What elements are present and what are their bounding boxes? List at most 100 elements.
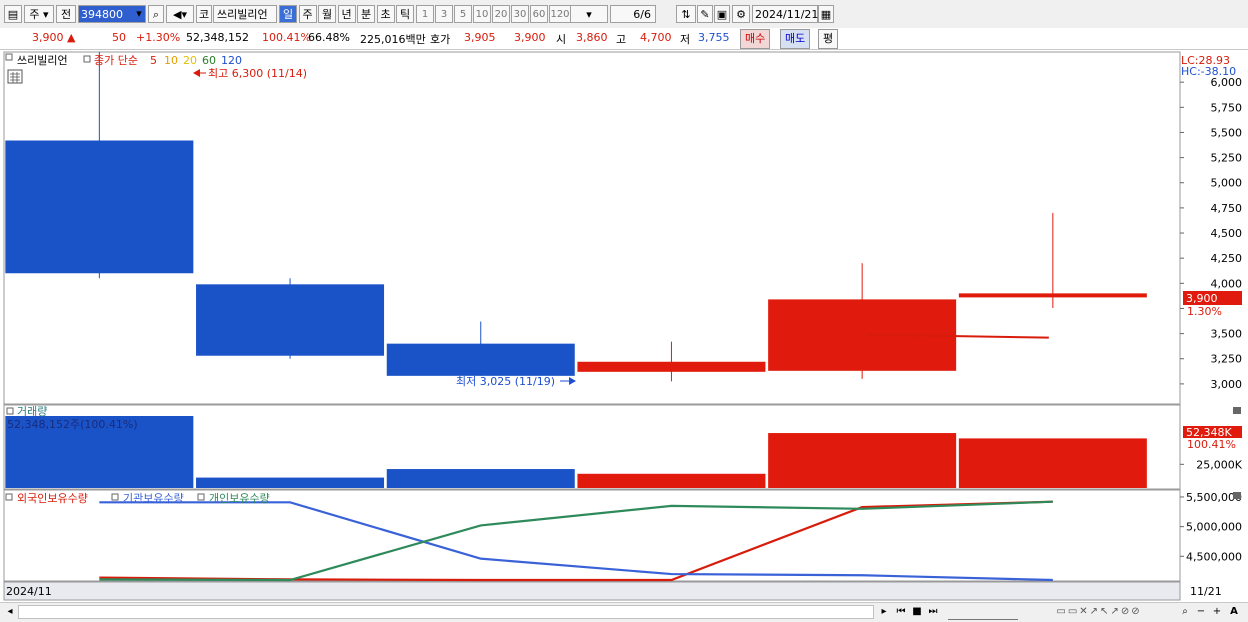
interval-button-6[interactable]: 60 (530, 5, 548, 23)
zoom-out-icon[interactable]: − (1194, 605, 1208, 619)
trade-amount: 225,016백만 (360, 33, 426, 46)
market-label: 코 (196, 5, 212, 23)
prev-button[interactable]: 전 (56, 5, 76, 23)
buy-button[interactable]: 매수 (740, 29, 771, 49)
price-tick-label: 4,250 (1211, 252, 1243, 265)
volume-bar (196, 477, 385, 488)
high-label: 고 (616, 33, 627, 46)
ma-legend-5: 5 (150, 54, 157, 67)
ma-legend-20: 20 (183, 54, 197, 67)
date-input[interactable]: 2024/11/21 (752, 5, 818, 23)
holdings-legend-2: 개인보유수량 (209, 492, 270, 505)
volume-title: 거래량 (17, 405, 47, 418)
holdings-legend-0: 외국인보유수량 (17, 492, 88, 505)
volume-bar (386, 469, 575, 488)
draw-icon[interactable]: ✎ (697, 5, 713, 23)
toolbar: ▤ 주 ▾ 전 394800 ▾ ⌕ ◀▾ 코 쓰리빌리언 일주월년분초틱 13… (0, 0, 1248, 29)
period-button-0[interactable]: 일 (279, 5, 297, 23)
period-button-5[interactable]: 초 (376, 5, 395, 23)
period-button-3[interactable]: 년 (337, 5, 356, 23)
current-price: 3,900 ▲ (32, 31, 76, 44)
interval-button-5[interactable]: 30 (511, 5, 529, 23)
low-note: 최저 3,025 (11/19) (456, 375, 555, 388)
ask-price: 3,905 (464, 31, 496, 44)
stock-name: 쓰리빌리언 (213, 5, 277, 23)
holdings-tick-label: 4,500,000 (1186, 550, 1242, 563)
legend-stock-name: 쓰리빌리언 (17, 54, 68, 67)
font-size-icon[interactable]: A (1226, 605, 1242, 619)
price-tick-label: 4,750 (1211, 202, 1243, 215)
interval-button-1[interactable]: 3 (435, 5, 453, 23)
holdings-close-icon[interactable] (1233, 492, 1241, 499)
open-label: 시 (556, 33, 567, 46)
high-annotation: 최고 6,300 (11/14) (193, 67, 307, 80)
chart-area[interactable]: 3,000 3,250 3,500 4,000 4,250 4,500 4,750 5,000… (0, 50, 1248, 602)
ma-legend-120: 120 (221, 54, 242, 67)
price-tick-label: 4,500 (1211, 227, 1243, 240)
volume-bar (958, 438, 1147, 488)
first-page-icon[interactable]: ⏮ (894, 605, 908, 619)
bid-price: 3,900 (514, 31, 546, 44)
price-tick-label: 5,750 (1211, 101, 1243, 114)
volume-bar (577, 473, 766, 488)
horizontal-scrollbar[interactable] (18, 605, 874, 619)
stop-icon[interactable]: ■ (910, 605, 924, 619)
high-price: 4,700 (640, 31, 672, 44)
date-axis-strip (3, 581, 1181, 601)
ma-legend-60: 60 (202, 54, 216, 67)
interval-button-0[interactable]: 1 (416, 5, 434, 23)
low-price: 3,755 (698, 31, 730, 44)
price-tick-label: 5,500 (1211, 126, 1243, 139)
interval-button-2[interactable]: 5 (454, 5, 472, 23)
holdings-legend-1: 기관보유수량 (123, 492, 184, 505)
period-button-2[interactable]: 월 (318, 5, 336, 23)
scroll-left-icon[interactable]: ◂ (4, 605, 16, 619)
price-tick-label: 4,000 (1211, 277, 1243, 290)
volume-close-icon[interactable] (1233, 407, 1241, 414)
candle-body (386, 343, 575, 376)
avg-button[interactable]: 평 (818, 29, 839, 49)
table-icon[interactable] (7, 69, 23, 84)
gear-icon[interactable]: ⚙ (732, 5, 750, 23)
price-change-pct: +1.30% (136, 31, 181, 44)
count-display: 6/6 (610, 5, 656, 23)
zoom-icon[interactable]: ⌕ (1178, 605, 1192, 619)
chart-svg[interactable]: 3,000 3,250 3,500 4,000 4,250 4,500 4,750 5,000… (0, 50, 1248, 602)
save-icon[interactable]: ▣ (714, 5, 730, 23)
last-page-icon[interactable]: ⏭ (926, 605, 940, 619)
period-dropdown[interactable]: ▾ (570, 5, 608, 23)
interval-button-7[interactable]: 120 (549, 5, 571, 23)
scroll-right-icon[interactable]: ▸ (878, 605, 890, 619)
price-tag-pct: 1.30% (1187, 305, 1222, 318)
price-tick-label: 3,250 (1211, 353, 1243, 366)
code-dropdown-icon[interactable]: ▾ (132, 5, 146, 23)
zoom-in-icon[interactable]: + (1210, 605, 1224, 619)
period-button-4[interactable]: 분 (357, 5, 375, 23)
compare-icon[interactable]: ⇅ (676, 5, 696, 23)
mode-label: 주 (29, 8, 40, 21)
price-change: 50 (112, 31, 126, 44)
volume-tag-pct: 100.41% (1187, 438, 1236, 451)
low-label: 저 (680, 33, 691, 46)
volume-value: 52,348,152 (186, 31, 249, 44)
legend-ma-label: 종가 단순 (94, 54, 138, 67)
speaker-icon[interactable]: ◀▾ (166, 5, 194, 23)
bottom-toolbar: ◂ ▸ ⏮ ■ ⏭ ▭▭✕↗↖↗⊘⊘ ⌕ − + A (0, 602, 1248, 622)
mode-select[interactable]: 주 ▾ (24, 5, 54, 23)
layout-icon[interactable]: ▤ (4, 5, 22, 23)
search-icon[interactable]: ⌕ (148, 5, 164, 23)
interval-button-4[interactable]: 20 (492, 5, 510, 23)
calendar-icon[interactable]: ▦ (818, 5, 834, 23)
date-start: 2024/11 (6, 585, 52, 598)
drawing-tools-icon[interactable]: ▭▭✕↗↖↗⊘⊘ (1024, 605, 1174, 619)
interval-button-3[interactable]: 10 (473, 5, 491, 23)
code-value: 394800 (81, 8, 123, 21)
quote-label: 호가 (430, 33, 451, 46)
zoom-slider[interactable] (948, 605, 1018, 620)
candle-body (5, 140, 194, 274)
period-button-1[interactable]: 주 (298, 5, 317, 23)
quote-infobar: 3,900 ▲ 50 +1.30% 52,348,152 100.41% 66.… (0, 28, 1248, 50)
price-tick-label: 6,000 (1211, 76, 1243, 89)
period-button-6[interactable]: 틱 (396, 5, 414, 23)
sell-button[interactable]: 매도 (780, 29, 811, 49)
